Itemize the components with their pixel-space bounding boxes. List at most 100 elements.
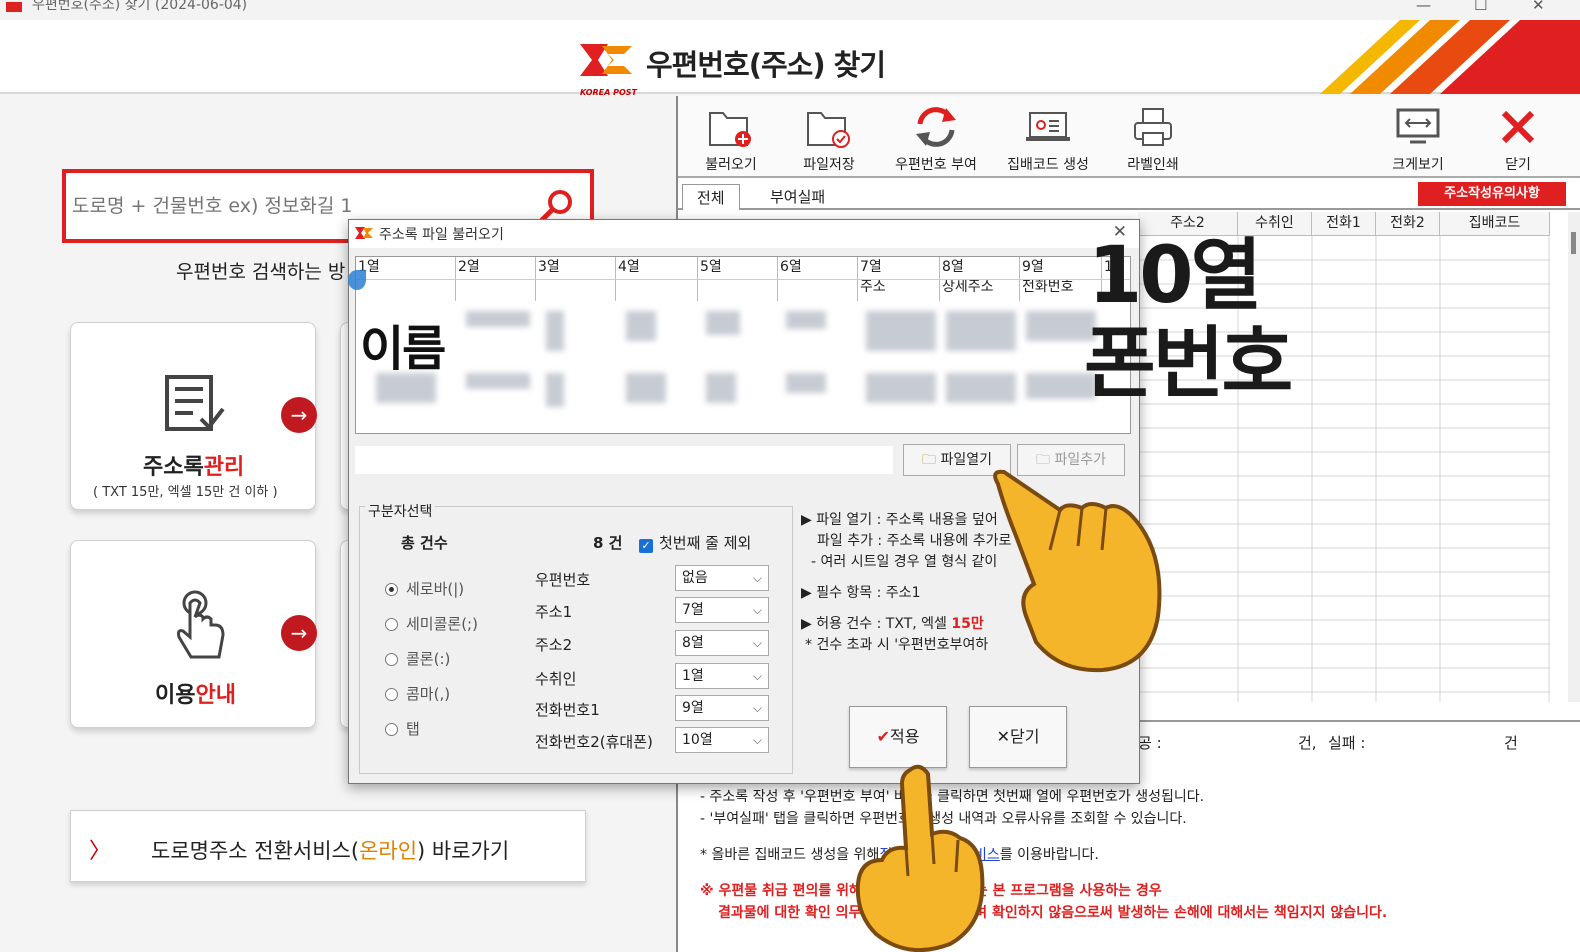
road-address-service-link[interactable]: 〉 도로명주소 전환서비스(온라인) 바로가기 — [70, 810, 586, 882]
radio-semicolon[interactable]: 세미콜론(;) — [385, 613, 478, 634]
field-label: 주소1 — [535, 603, 573, 621]
touch-hand-icon — [177, 590, 225, 659]
exclude-first-row-checkbox[interactable]: ✓ 첫번째 줄 제외 — [639, 532, 751, 553]
pointing-hand-icon — [993, 469, 1162, 673]
toolbar: 불러오기 파일저장 우편번호 부여 집배코드 생성 라벨인쇄 크게보기 닫기 — [678, 96, 1580, 178]
scrollbar-thumb[interactable] — [1571, 232, 1576, 254]
fullscreen-button-label: 크게보기 — [1392, 157, 1444, 173]
grid-scrollbar[interactable] — [1568, 212, 1580, 702]
file-path-field[interactable] — [355, 446, 893, 474]
minimize-button[interactable]: — — [1416, 0, 1431, 14]
printer-icon — [1134, 108, 1172, 146]
file-preview-grid: 1열 2열 3열 4열 5열 6열 7열 주소 8열 상세주소 9열 전화번호 1 이… — [355, 256, 1131, 434]
blurred-cell — [626, 373, 666, 403]
folder-add-icon — [709, 112, 751, 147]
field-label: 우편번호 — [535, 571, 591, 589]
dialog-title: 주소록 파일 불러오기 — [379, 227, 504, 243]
separator-legend: 구분자선택 — [365, 501, 436, 521]
address-notice-button[interactable]: 주소작성유의사항 — [1418, 182, 1566, 206]
maximize-button[interactable]: ☐ — [1474, 0, 1487, 14]
grid-header[interactable]: 전화2 — [1376, 212, 1440, 236]
generate-delivery-code-button[interactable]: 집배코드 생성 — [998, 104, 1098, 174]
grid-header[interactable]: 전화1 — [1312, 212, 1376, 236]
radio-colon[interactable]: 콜론(:) — [385, 648, 450, 669]
tab-fail[interactable]: 부여실패 — [756, 184, 839, 210]
fail-label: 실패 : — [1328, 734, 1366, 752]
document-check-icon — [165, 375, 225, 431]
monitor-expand-icon — [1396, 108, 1440, 144]
field-label: 전화번호1 — [535, 701, 600, 719]
header-stripes-decoration — [1320, 20, 1580, 94]
info-notes: - 주소록 작성 후 '우편번호 부여' 버튼을 클릭하면 첫번째 열에 우편번… — [700, 786, 1580, 924]
recipient-column-select[interactable]: 1열 ⌵ — [675, 663, 769, 689]
address1-column-select[interactable]: 7열 ⌵ — [675, 597, 769, 623]
print-label-button[interactable]: 라벨인쇄 — [1118, 104, 1188, 174]
app-close-button-label: 닫기 — [1505, 157, 1531, 173]
radio-pipe[interactable]: 세로바(|) — [385, 578, 464, 599]
total-count-value: 8 건 — [593, 534, 623, 552]
success-label: 공 : — [1138, 734, 1162, 752]
save-file-button-label: 파일저장 — [803, 157, 855, 173]
blurred-cell — [946, 373, 1016, 403]
phone2-column-select[interactable]: 10열 ⌵ — [675, 727, 769, 753]
fullscreen-button[interactable]: 크게보기 — [1378, 104, 1458, 174]
generate-delivery-code-button-label: 집배코드 생성 — [1007, 157, 1089, 173]
blurred-cell — [706, 311, 740, 335]
blurred-cell — [466, 373, 530, 389]
print-label-button-label: 라벨인쇄 — [1127, 157, 1179, 173]
arrow-right-icon[interactable]: → — [281, 615, 317, 651]
blurred-cell — [786, 311, 826, 329]
close-x-icon — [1501, 110, 1535, 144]
chevron-down-icon: ⌵ — [752, 733, 762, 747]
load-button[interactable]: 불러오기 — [696, 104, 766, 174]
assign-postcode-button-label: 우편번호 부여 — [895, 157, 977, 173]
usage-guide-card[interactable]: 이용안내 → — [70, 540, 317, 728]
tab-all[interactable]: 전체 — [682, 184, 740, 210]
address-book-card[interactable]: 주소록관리 ( TXT 15만, 엑셀 15만 건 이하 ) → — [70, 322, 317, 510]
window-close-button[interactable]: ✕ — [1532, 0, 1545, 14]
blurred-cell — [546, 311, 564, 351]
overlay-caption: 10열 폰번호 — [1084, 232, 1293, 408]
warning-line: ※ 우편물 취급 편의를 위해 참고자료로 제공하는 본 프로그램을 사용하는 … — [700, 883, 1162, 899]
check-icon: ✔ — [876, 727, 890, 746]
close-icon: ✕ — [996, 727, 1010, 746]
info-line: - '부여실패' 탭을 클릭하면 우편번호 미생성 내역과 오류사유를 조회할 … — [700, 811, 1187, 827]
radio-tab[interactable]: 탭 — [385, 718, 420, 739]
chevron-down-icon: ⌵ — [752, 669, 762, 683]
window-titlebar: 우편번호(주소) 찾기 (2024-06-04) — ☐ ✕ — [0, 0, 1580, 20]
folder-save-icon — [807, 112, 850, 148]
apply-button[interactable]: ✔적용 — [849, 706, 947, 768]
cursor-highlight — [348, 270, 366, 290]
app-close-button[interactable]: 닫기 — [1488, 104, 1548, 174]
korea-post-logo-icon — [355, 227, 373, 239]
road-address-service-label: 도로명주소 전환서비스(온라인) 바로가기 — [151, 839, 510, 863]
radio-comma[interactable]: 콤마(,) — [385, 683, 450, 704]
dialog-cancel-button[interactable]: ✕닫기 — [969, 706, 1067, 768]
blurred-cell — [626, 311, 656, 341]
checkbox-checked-icon: ✓ — [639, 539, 653, 553]
field-label: 전화번호2(휴대폰) — [535, 733, 653, 751]
overlay-name-caption: 이름 — [360, 321, 446, 377]
grid-header[interactable]: 집배코드 — [1440, 212, 1550, 236]
postcode-column-select[interactable]: 없음 ⌵ — [675, 565, 769, 591]
row-divider — [356, 279, 1130, 280]
blurred-cell — [546, 373, 564, 407]
phone1-column-select[interactable]: 9열 ⌵ — [675, 695, 769, 721]
field-label: 주소2 — [535, 636, 573, 654]
blurred-cell — [946, 311, 1016, 351]
app-icon — [6, 2, 22, 12]
tab-bar: 전체 부여실패 주소작성유의사항 — [678, 180, 1580, 210]
address2-column-select[interactable]: 8열 ⌵ — [675, 630, 769, 656]
blurred-cell — [706, 373, 736, 403]
info-line: - 주소록 작성 후 '우편번호 부여' 버튼을 클릭하면 첫번째 열에 우편번… — [700, 789, 1205, 805]
chevron-down-icon: ⌵ — [752, 701, 762, 715]
address-book-card-subtitle: ( TXT 15만, 엑셀 15만 건 이하 ) — [93, 485, 278, 500]
search-hint-text: 우편번호 검색하는 방 — [176, 261, 346, 283]
chevron-right-icon: 〉 — [89, 839, 112, 864]
chevron-down-icon: ⌵ — [752, 603, 762, 617]
save-file-button[interactable]: 파일저장 — [794, 104, 864, 174]
pointing-hand-icon — [855, 764, 985, 952]
blurred-cell — [466, 311, 530, 327]
assign-postcode-button[interactable]: 우편번호 부여 — [886, 104, 986, 174]
arrow-right-icon[interactable]: → — [281, 397, 317, 433]
